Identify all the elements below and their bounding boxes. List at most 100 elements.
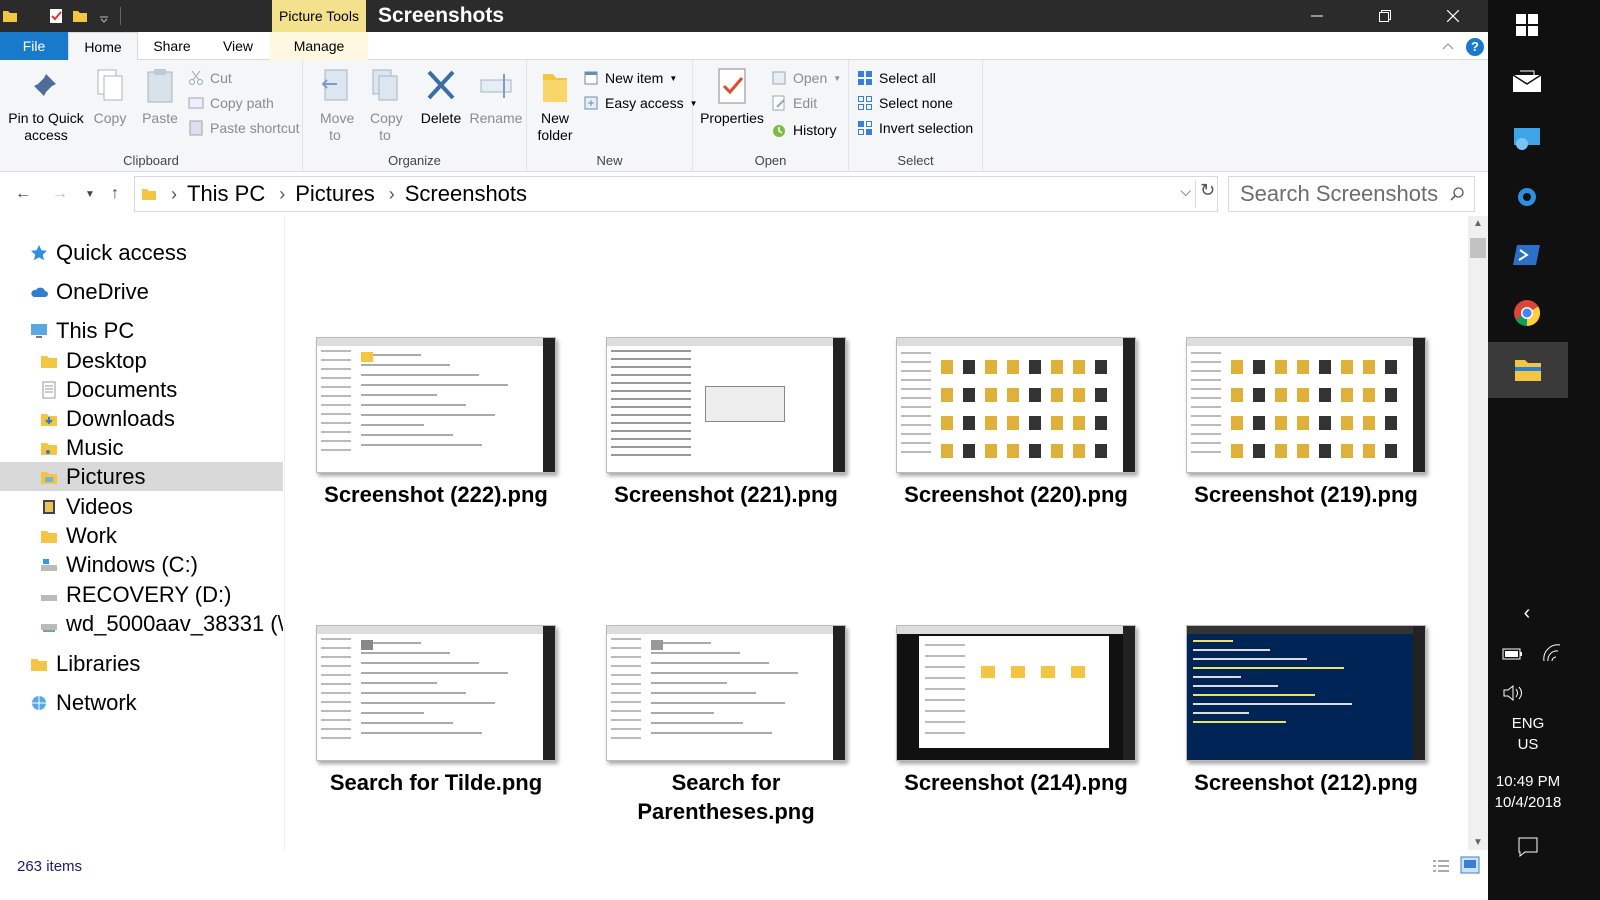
delete-button[interactable]: Delete: [417, 66, 465, 127]
nav-item-downloads[interactable]: Downloads: [0, 404, 283, 433]
quick-access-toolbar: [0, 0, 121, 32]
file-name: Screenshot (222).png: [324, 482, 548, 507]
minimize-button[interactable]: [1283, 0, 1351, 32]
nav-item-this-pc[interactable]: This PC: [0, 316, 283, 345]
nav-item-pictures[interactable]: Pictures: [0, 462, 283, 491]
nav-item-documents[interactable]: Documents: [0, 375, 283, 404]
nav-item-videos[interactable]: Videos: [0, 492, 283, 521]
new-folder-button[interactable]: New folder: [533, 66, 577, 144]
file-tile[interactable]: Screenshot (219).png: [1156, 336, 1428, 576]
chrome-button[interactable]: [1510, 296, 1544, 330]
properties-button[interactable]: Properties: [699, 66, 765, 127]
app-button[interactable]: [1510, 180, 1544, 214]
volume-icon[interactable]: [1502, 684, 1524, 702]
clock[interactable]: 10:49 PM 10/4/2018: [1488, 771, 1568, 813]
start-button[interactable]: [1510, 8, 1544, 42]
close-button[interactable]: [1419, 0, 1487, 32]
forward-button[interactable]: →: [50, 184, 70, 204]
invert-selection-button[interactable]: Invert selection: [857, 118, 973, 138]
remote-desktop-icon: [1514, 128, 1540, 150]
file-tile[interactable]: Screenshot (212).png: [1156, 624, 1428, 864]
file-tile[interactable]: Search for Tilde.png: [286, 624, 558, 864]
file-name: Screenshot (221).png: [614, 482, 838, 507]
wifi-icon[interactable]: [1542, 644, 1562, 662]
clipboard-group: Pin to Quick access Copy Paste Cut Copy …: [0, 60, 303, 172]
copy-path-button[interactable]: Copy path: [188, 93, 274, 113]
status-bar: 263 items: [0, 850, 1488, 882]
mail-app-button[interactable]: [1510, 64, 1544, 98]
nav-item-network[interactable]: Network: [0, 688, 283, 717]
action-center-icon[interactable]: [1517, 836, 1539, 858]
nav-item-work[interactable]: Work: [0, 521, 283, 550]
cut-button[interactable]: Cut: [188, 68, 232, 88]
pin-to-quick-access-button[interactable]: Pin to Quick access: [6, 66, 86, 144]
file-tile[interactable]: Screenshot (214).png: [866, 624, 1138, 864]
back-button[interactable]: ←: [13, 184, 33, 204]
vertical-scrollbar[interactable]: ▲ ▼: [1468, 216, 1488, 850]
recent-locations-button[interactable]: ▼: [80, 184, 100, 204]
file-explorer-taskbar-button[interactable]: [1488, 342, 1568, 398]
chevron-down-icon[interactable]: [96, 8, 112, 24]
new-item-button[interactable]: New item ▼: [583, 68, 677, 88]
powershell-button[interactable]: [1510, 238, 1544, 272]
tab-view[interactable]: View: [206, 32, 270, 60]
open-button[interactable]: Open ▼: [771, 68, 841, 88]
gear-app-icon: [1518, 188, 1536, 206]
tab-share[interactable]: Share: [138, 32, 206, 60]
help-icon[interactable]: ?: [1466, 38, 1484, 56]
tab-home[interactable]: Home: [68, 32, 138, 61]
select-group: Select all Select none Invert selection …: [849, 60, 983, 172]
battery-icon[interactable]: [1502, 646, 1524, 662]
nav-item-network-drive[interactable]: wd_5000aav_38331 (\: [0, 609, 283, 638]
nav-item-onedrive[interactable]: OneDrive: [0, 277, 283, 306]
nav-item-desktop[interactable]: Desktop: [0, 346, 283, 375]
show-hidden-icons-button[interactable]: ‹: [1510, 596, 1544, 630]
file-tile[interactable]: Screenshot (221).png: [576, 336, 848, 576]
scroll-up-icon[interactable]: ▲: [1473, 218, 1483, 229]
nav-item-quick-access[interactable]: Quick access: [0, 238, 283, 267]
tab-file[interactable]: File: [0, 32, 68, 60]
copy-button[interactable]: Copy: [88, 66, 132, 127]
file-tile[interactable]: Screenshot (222).png: [286, 336, 558, 576]
breadcrumb-pictures[interactable]: Pictures: [295, 181, 374, 207]
properties-icon[interactable]: [48, 8, 64, 24]
language-indicator[interactable]: ENG US: [1488, 713, 1568, 755]
large-icons-view-icon[interactable]: [1460, 856, 1480, 874]
documents-icon: [42, 381, 56, 398]
copy-icon: [97, 69, 123, 101]
edit-button[interactable]: Edit: [771, 93, 817, 113]
file-tile[interactable]: Search for Parentheses.png: [576, 624, 848, 864]
new-folder-icon[interactable]: [72, 8, 88, 24]
nav-item-music[interactable]: Music: [0, 433, 283, 462]
rename-button[interactable]: Rename: [469, 66, 523, 127]
restore-button[interactable]: [1351, 0, 1419, 32]
breadcrumb-screenshots[interactable]: Screenshots: [405, 181, 527, 207]
cloud-icon: [31, 287, 48, 297]
move-to-button[interactable]: Move to: [313, 66, 357, 144]
nav-item-windows-c[interactable]: Windows (C:): [0, 550, 283, 579]
mail-icon: [1512, 70, 1542, 92]
search-input[interactable]: Search Screenshots: [1228, 176, 1475, 212]
address-bar[interactable]: › This PC › Pictures › Screenshots ⌵ ↻: [134, 176, 1218, 212]
nav-item-libraries[interactable]: Libraries: [0, 649, 283, 678]
address-dropdown-icon[interactable]: ⌵: [1180, 183, 1191, 200]
scroll-down-icon[interactable]: ▼: [1473, 837, 1483, 848]
easy-access-button[interactable]: Easy access ▼: [583, 93, 698, 113]
collapse-ribbon-icon[interactable]: [1442, 41, 1454, 51]
up-button[interactable]: ↑: [105, 184, 125, 204]
paste-shortcut-button[interactable]: Paste shortcut: [188, 118, 300, 138]
nav-item-recovery-d[interactable]: RECOVERY (D:): [0, 580, 283, 609]
copy-to-button[interactable]: Copy to: [363, 66, 407, 144]
breadcrumb-this-pc[interactable]: This PC: [187, 181, 265, 207]
select-all-button[interactable]: Select all: [857, 68, 936, 88]
remote-desktop-button[interactable]: [1510, 122, 1544, 156]
paste-button[interactable]: Paste: [138, 66, 182, 127]
folder-icon[interactable]: [2, 8, 18, 24]
select-none-button[interactable]: Select none: [857, 93, 953, 113]
history-button[interactable]: History: [771, 120, 837, 140]
details-view-icon[interactable]: [1432, 858, 1450, 874]
tab-manage[interactable]: Manage: [270, 32, 368, 60]
refresh-icon[interactable]: ↻: [1195, 180, 1219, 208]
scrollbar-thumb[interactable]: [1470, 238, 1486, 258]
file-tile[interactable]: Screenshot (220).png: [866, 336, 1138, 576]
